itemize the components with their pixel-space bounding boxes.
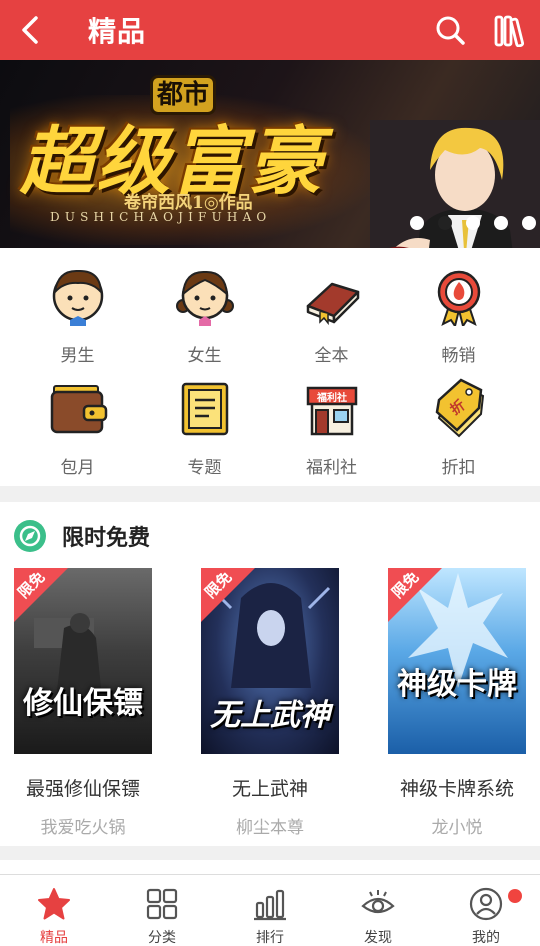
category-complete[interactable]: 全本 [264, 266, 399, 366]
banner-pinyin: DUSHICHAOJIFUHAO [50, 210, 272, 224]
category-label: 女生 [187, 346, 222, 366]
book-title: 神级卡牌系统 [399, 778, 514, 800]
cover-title: 无上武神 [210, 698, 330, 733]
category-bestseller[interactable]: 畅销 [391, 266, 526, 366]
category-label: 折扣 [441, 458, 476, 478]
header-bar: 精品 [0, 0, 540, 60]
promo-banner[interactable]: 都市 超级富豪 卷帘西风1◎作品 DUSHICHAOJIFUHAO [0, 60, 540, 248]
back-arrow-icon [22, 16, 38, 44]
category-boy[interactable]: 男生 [10, 266, 145, 366]
nav-tab-ranking[interactable]: 排行 [216, 875, 324, 946]
book-author: 龙小悦 [431, 818, 483, 838]
app-root: 精品 都市 超级富豪 卷帘西风1◎作品 DUSHICHAOJIFUHAO 男生 … [0, 0, 540, 946]
pager-dot[interactable] [494, 216, 508, 230]
discount-tag-icon: 折 [435, 378, 484, 438]
category-girl[interactable]: 女生 [137, 266, 272, 366]
page-title: 精品 [88, 15, 147, 48]
notification-dot [508, 889, 522, 903]
search-button[interactable] [420, 0, 480, 60]
pager-dot[interactable] [522, 216, 536, 230]
girl-face-icon [175, 270, 234, 326]
fire-medal-icon [437, 270, 480, 329]
book-card[interactable]: 无上武神 限免 无上武神 柳尘本尊 [190, 568, 350, 838]
cover-title: 神级卡牌 [397, 667, 517, 702]
nav-label: 分类 [148, 930, 176, 946]
nav-label: 发现 [364, 930, 392, 946]
book-author: 我爱吃火锅 [40, 818, 126, 838]
category-label: 包月 [60, 458, 95, 478]
category-label: 全本 [314, 346, 349, 366]
category-label: 男生 [60, 346, 95, 366]
bookshelf-icon [494, 15, 525, 47]
category-label: 畅销 [441, 346, 476, 366]
next-section-edge [0, 860, 540, 874]
shop-icon: 福利社 [306, 386, 357, 436]
book-cover[interactable]: 神级卡牌 限免 [388, 568, 526, 754]
nav-tab-discover[interactable]: 发现 [324, 875, 432, 946]
category-topic[interactable]: 专题 [137, 378, 272, 478]
category-label: 福利社 [306, 458, 357, 478]
banner-pager [410, 216, 540, 230]
bar-chart-icon [254, 889, 286, 921]
search-icon [436, 16, 465, 45]
book-cover[interactable]: 修仙保镖 限免 [14, 568, 152, 754]
eye-icon [361, 890, 395, 914]
wallet-icon [50, 385, 107, 434]
nav-label: 排行 [256, 930, 284, 946]
section-title: 限时免费 [62, 526, 151, 551]
book-title: 最强修仙保镖 [25, 778, 140, 800]
limited-free-section: 限时免费 修仙保镖 限免 最强修仙保镖 我爱吃火锅 无上武神 限免 无上武神 柳… [0, 502, 540, 846]
nav-label: 我的 [472, 930, 500, 946]
nav-label: 精品 [40, 930, 68, 946]
cover-title: 修仙保镖 [23, 686, 143, 721]
pager-dot[interactable] [466, 216, 480, 230]
book-card[interactable]: 修仙保镖 限免 最强修仙保镖 我爱吃火锅 [3, 568, 163, 838]
user-icon [469, 887, 503, 921]
section-header: 限时免费 [14, 520, 150, 552]
category-monthly[interactable]: 包月 [10, 378, 145, 478]
grid-icon [146, 888, 178, 920]
bottom-nav: 精品 分类 排行 发现 我的 [0, 874, 540, 946]
category-discount[interactable]: 折 折扣 [391, 378, 526, 478]
book-cover[interactable]: 无上武神 限免 [201, 568, 339, 754]
nav-tab-featured[interactable]: 精品 [0, 875, 108, 946]
category-welfare[interactable]: 福利社 福利社 [264, 378, 399, 478]
clipboard-icon [181, 382, 228, 436]
pager-dot-active[interactable] [438, 216, 452, 230]
book-card[interactable]: 神级卡牌 限免 神级卡牌系统 龙小悦 [377, 568, 537, 838]
back-button[interactable] [0, 0, 60, 60]
category-label: 专题 [187, 458, 222, 478]
nav-tab-mine[interactable]: 我的 [432, 875, 540, 946]
compass-icon [14, 520, 46, 552]
boy-face-icon [52, 269, 103, 326]
book-author: 柳尘本尊 [236, 818, 304, 838]
book-title: 无上武神 [231, 778, 308, 800]
category-grid: 男生 女生 全本 畅销 包月 专题 福利社 福利社 折 折扣 [0, 248, 540, 486]
book-icon [306, 282, 359, 326]
nav-tab-category[interactable]: 分类 [108, 875, 216, 946]
star-icon [38, 888, 70, 920]
svg-text:福利社: 福利社 [316, 391, 347, 404]
bookshelf-button[interactable] [480, 0, 540, 60]
pager-dot[interactable] [410, 216, 424, 230]
